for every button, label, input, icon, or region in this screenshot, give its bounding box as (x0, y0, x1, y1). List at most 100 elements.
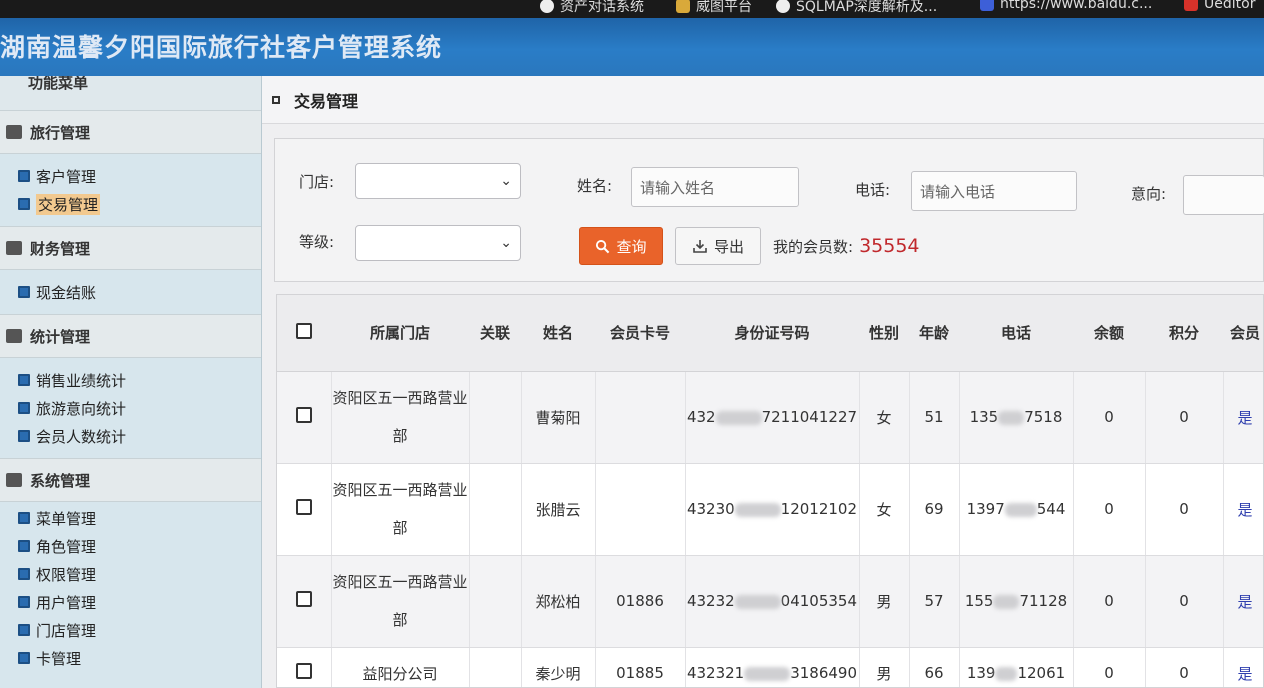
sidebar-item-cash-settlement[interactable]: 现金结账 (18, 278, 261, 306)
main-panel: 交易管理 门店: ⌄ 姓名: 请输入姓名 电话: 请输入电话 意向: 等级: ⌄… (262, 76, 1264, 688)
column-header[interactable]: 电话 (959, 295, 1073, 372)
sidebar-item-store-mgmt[interactable]: 门店管理 (18, 616, 261, 644)
bookmark-item[interactable]: 资产对话系统 (540, 0, 644, 16)
sidebar-group-finance: 现金结账 (0, 270, 261, 314)
store-cell: 益阳分公司 (331, 647, 470, 687)
phone-cell: 139 12061 (959, 647, 1074, 687)
square-bullet-icon (18, 286, 30, 298)
query-button[interactable]: 查询 (579, 227, 663, 265)
export-button[interactable]: 导出 (675, 227, 761, 265)
id-number-cell: 432321 3186490 (685, 647, 860, 687)
square-bullet-icon (18, 430, 30, 442)
square-bullet-icon (18, 596, 30, 608)
row-select-cell (277, 555, 332, 648)
name-cell: 秦少明 (521, 647, 596, 687)
row-select-cell (277, 647, 332, 687)
phone-input[interactable]: 请输入电话 (911, 171, 1077, 211)
age-cell: 69 (909, 463, 960, 556)
balance-cell: 0 (1073, 371, 1146, 464)
row-checkbox[interactable] (295, 591, 312, 607)
points-cell: 0 (1145, 555, 1224, 648)
id-number-cell: 43230 12012102 (685, 463, 860, 556)
gender-cell: 男 (859, 555, 910, 648)
redaction-blur (734, 594, 781, 609)
transactions-table: 所属门店 关联 姓名 会员卡号 身份证号码 性别 年龄 电话 余额 积分 会员 … (276, 294, 1264, 688)
name-label: 姓名: (577, 177, 613, 195)
bar-chart-icon (6, 329, 22, 343)
folder-icon (676, 0, 690, 13)
column-header[interactable]: 年龄 (909, 295, 959, 372)
square-bullet-icon (18, 402, 30, 414)
column-header[interactable]: 积分 (1145, 295, 1223, 372)
square-bullet-icon (18, 512, 30, 524)
chevron-down-icon: ⌄ (500, 235, 512, 251)
page-header: 交易管理 (262, 76, 1264, 124)
column-header[interactable]: 姓名 (521, 295, 595, 372)
row-checkbox[interactable] (295, 499, 312, 515)
sidebar-item-member-count-stats[interactable]: 会员人数统计 (18, 422, 261, 450)
bookmark-item[interactable]: SQLMAP深度解析及... (776, 0, 937, 16)
age-cell: 51 (909, 371, 960, 464)
age-cell: 66 (909, 647, 960, 687)
column-header[interactable]: 会员卡号 (595, 295, 685, 372)
column-header[interactable]: 会员 (1223, 295, 1263, 372)
column-header[interactable]: 关联 (469, 295, 521, 372)
column-header[interactable]: 身份证号码 (685, 295, 859, 372)
sidebar-section-finance[interactable]: 财务管理 (0, 226, 261, 270)
row-checkbox[interactable] (295, 407, 312, 423)
gear-icon (6, 473, 22, 487)
square-bullet-icon (18, 540, 30, 552)
name-input[interactable]: 请输入姓名 (631, 167, 799, 207)
intent-select[interactable] (1183, 175, 1264, 215)
sidebar-group-statistics: 销售业绩统计 旅游意向统计 会员人数统计 (0, 358, 261, 458)
card-cell: 01886 (595, 555, 686, 648)
table-row[interactable]: 资阳区五一西路营业部 郑松柏 01886 43232 04105354 男 57 … (277, 555, 1263, 648)
chevron-down-icon: ⌄ (500, 173, 512, 189)
sidebar-item-sales-stats[interactable]: 销售业绩统计 (18, 366, 261, 394)
table-row[interactable]: 资阳区五一西路营业部 曹菊阳 432 7211041227 女 51 135 751… (277, 371, 1263, 464)
phone-label: 电话: (855, 181, 891, 199)
sidebar-item-role-mgmt[interactable]: 角色管理 (18, 532, 261, 560)
gender-cell: 女 (859, 463, 910, 556)
sidebar-item-transactions[interactable]: 交易管理 (18, 190, 261, 218)
table-row[interactable]: 益阳分公司 秦少明 01885 432321 3186490 男 66 139 12… (277, 647, 1263, 687)
name-cell: 曹菊阳 (521, 371, 596, 464)
redaction-blur (1004, 502, 1037, 517)
table-row[interactable]: 资阳区五一西路营业部 张腊云 43230 12012102 女 69 1397 54… (277, 463, 1263, 556)
redaction-blur (734, 502, 781, 517)
sidebar-item-permission-mgmt[interactable]: 权限管理 (18, 560, 261, 588)
column-header[interactable]: 余额 (1073, 295, 1145, 372)
column-header[interactable]: 所属门店 (331, 295, 469, 372)
column-header[interactable]: 性别 (859, 295, 909, 372)
store-cell: 资阳区五一西路营业部 (331, 463, 470, 556)
row-checkbox[interactable] (295, 663, 312, 679)
search-icon (596, 239, 610, 253)
sidebar-item-travel-intent-stats[interactable]: 旅游意向统计 (18, 394, 261, 422)
browser-bookmarks-bar: 资产对话系统 威图平台 SQLMAP深度解析及... https://www.b… (0, 0, 1264, 18)
member-count-value: 35554 (859, 235, 920, 257)
sidebar-item-user-mgmt[interactable]: 用户管理 (18, 588, 261, 616)
select-all-checkbox[interactable] (296, 322, 312, 339)
briefcase-icon (6, 125, 22, 139)
square-icon (272, 95, 280, 104)
bookmark-item[interactable]: https://www.baidu.c... (980, 0, 1152, 12)
level-select[interactable]: ⌄ (355, 225, 521, 261)
store-label: 门店: (299, 173, 335, 191)
sidebar-section-system[interactable]: 系统管理 (0, 458, 261, 502)
table-header-row: 所属门店 关联 姓名 会员卡号 身份证号码 性别 年龄 电话 余额 积分 会员 (277, 295, 1263, 372)
age-cell: 57 (909, 555, 960, 648)
sidebar-section-travel[interactable]: 旅行管理 (0, 110, 261, 154)
sidebar-item-menu-mgmt[interactable]: 菜单管理 (18, 504, 261, 532)
bookmark-item[interactable]: Ueditor (1184, 0, 1255, 12)
name-cell: 郑松柏 (521, 555, 596, 648)
id-number-cell: 43232 04105354 (685, 555, 860, 648)
sidebar-item-card-mgmt[interactable]: 卡管理 (18, 644, 261, 672)
bookmark-item[interactable]: 威图平台 (676, 0, 752, 16)
sidebar-section-statistics[interactable]: 统计管理 (0, 314, 261, 358)
sidebar-item-customers[interactable]: 客户管理 (18, 162, 261, 190)
points-cell: 0 (1145, 463, 1224, 556)
square-bullet-icon (18, 624, 30, 636)
store-cell: 资阳区五一西路营业部 (331, 555, 470, 648)
store-select[interactable]: ⌄ (355, 163, 521, 199)
app-header: 湖南温馨夕阳国际旅行社客户管理系统 (0, 18, 1264, 76)
